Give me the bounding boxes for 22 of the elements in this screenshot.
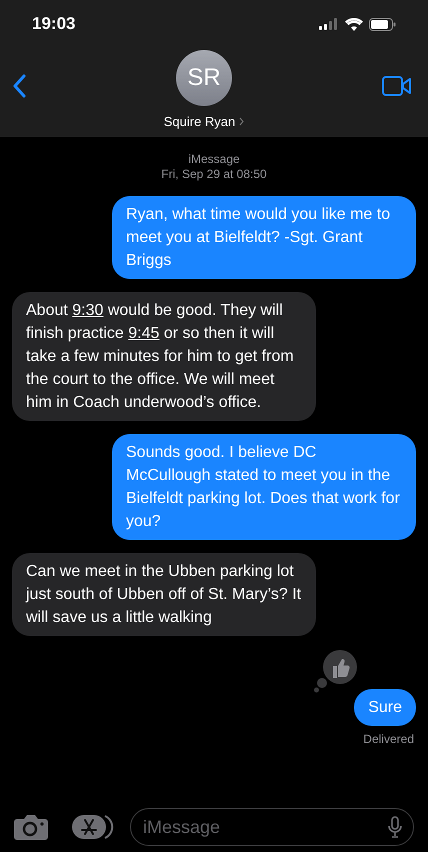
service-label: iMessage	[188, 152, 240, 167]
sent-message-bubble: Sounds good. I believe DC McCullough stated to meet you in the Bielfeldt parking lot. Does that work for you?	[112, 434, 416, 540]
wifi-icon	[345, 18, 363, 30]
thread-timestamp: Fri, Sep 29 at 08:50	[161, 167, 267, 182]
sent-message-bubble: Sure	[354, 689, 416, 726]
received-message-bubble: About 9:30 would be good. They will finish practice 9:45 or so then it will take a few minutes for him to get from the court to the office. We will meet him in Coach underwood’s office.	[12, 292, 316, 421]
sent-message-bubble: Ryan, what time would you like me to meet you at Bielfeldt? -Sgt. Grant Briggs	[112, 196, 416, 279]
contact-name[interactable]: Squire Ryan	[164, 112, 244, 132]
status-time: 19:03	[32, 13, 76, 36]
chevron-icon	[239, 117, 244, 126]
received-message-bubble: Can we meet in the Ubben parking lot just south of Ubben off of St. Mary’s? It will save us a little walking	[12, 553, 316, 636]
signal-icon	[319, 18, 339, 30]
battery-icon	[369, 18, 396, 30]
time-link[interactable]: 9:45	[128, 325, 160, 342]
back-icon[interactable]	[12, 74, 26, 98]
delivery-status: Delivered	[363, 731, 414, 748]
time-link[interactable]: 9:30	[72, 302, 104, 319]
camera-icon[interactable]	[14, 814, 48, 840]
video-call-icon[interactable]	[382, 76, 412, 96]
message-field[interactable]: iMessage	[130, 808, 414, 846]
app-store-icon[interactable]	[72, 814, 114, 840]
microphone-icon[interactable]	[388, 816, 402, 838]
